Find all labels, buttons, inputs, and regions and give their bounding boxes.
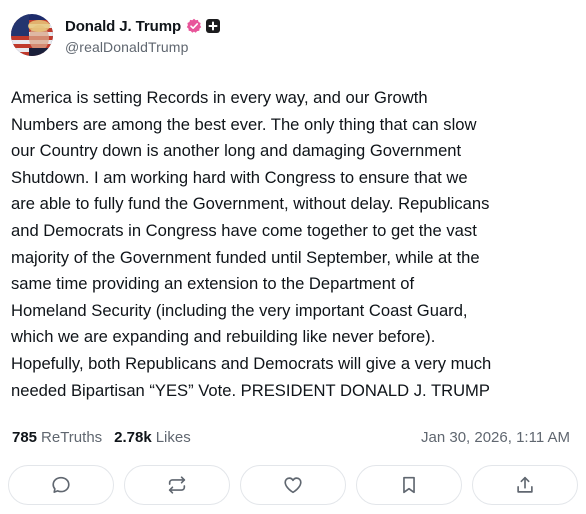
reply-button[interactable]	[8, 465, 114, 505]
heart-icon	[282, 474, 304, 496]
truth-post: Donald J. Trump @realDonaldTrump America…	[0, 0, 586, 514]
like-button[interactable]	[240, 465, 346, 505]
post-body-text: America is setting Records in every way,…	[11, 88, 492, 400]
author-info: Donald J. Trump @realDonaldTrump	[65, 16, 221, 55]
action-bar	[8, 465, 578, 505]
likes-label: Likes	[155, 429, 191, 446]
share-button[interactable]	[472, 465, 578, 505]
bookmark-button[interactable]	[356, 465, 462, 505]
post-stats: 785 ReTruths 2.78k Likes Jan 30, 2026, 1:1…	[12, 429, 570, 446]
retruths-stat[interactable]: 785 ReTruths	[12, 429, 102, 446]
repost-icon	[166, 474, 188, 496]
retruth-button[interactable]	[124, 465, 230, 505]
share-icon	[514, 474, 536, 496]
comment-icon	[50, 474, 72, 496]
likes-stat[interactable]: 2.78k Likes	[114, 429, 191, 446]
author-display-name[interactable]: Donald J. Trump	[65, 18, 181, 35]
retruths-count: 785	[12, 429, 38, 446]
verified-badge-icon	[186, 18, 202, 34]
post-timestamp[interactable]: Jan 30, 2026, 1:11 AM	[421, 429, 570, 446]
name-row: Donald J. Trump	[65, 16, 221, 36]
avatar[interactable]	[11, 14, 53, 56]
plus-badge-icon	[206, 19, 221, 33]
author-handle[interactable]: @realDonaldTrump	[65, 39, 220, 55]
retruths-label: ReTruths	[41, 429, 103, 446]
likes-count: 2.78k	[114, 429, 152, 446]
bookmark-icon	[398, 474, 420, 496]
